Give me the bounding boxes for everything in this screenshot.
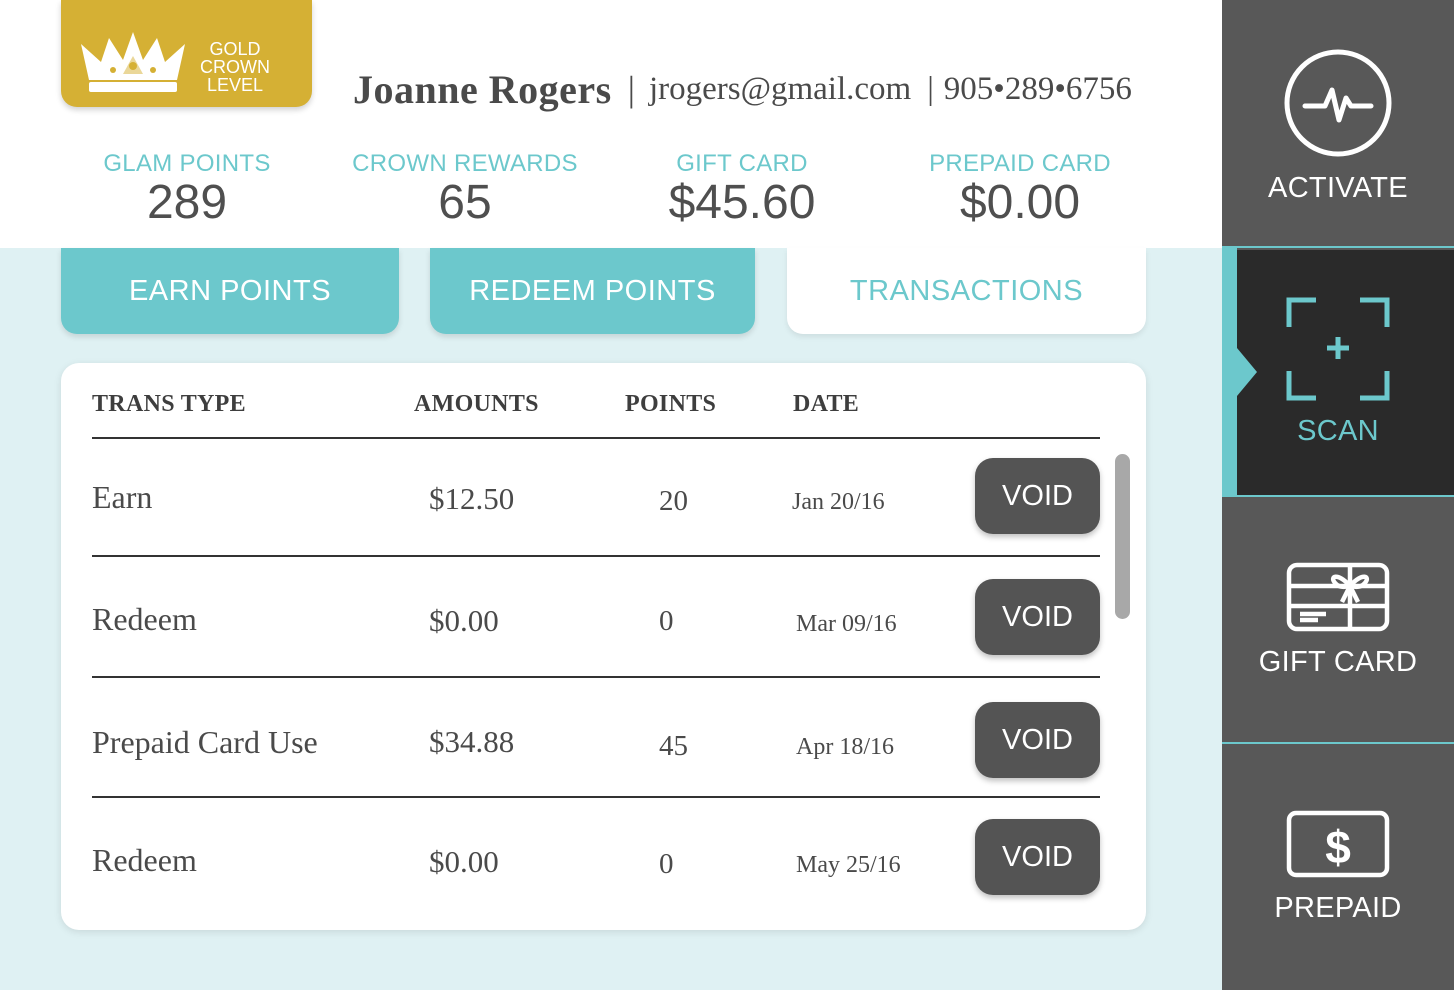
cell-points: 0 <box>659 848 674 880</box>
cell-date: Jan 20/16 <box>792 489 885 515</box>
sidebar-label-scan: SCAN <box>1297 415 1379 447</box>
void-button[interactable]: VOID <box>975 702 1100 778</box>
cell-points: 20 <box>659 485 688 517</box>
customer-email: jrogers@gmail.com <box>648 70 912 107</box>
header-trans-type: TRANS TYPE <box>92 391 246 417</box>
table-row: Redeem $0.00 0 Mar 09/16 VOID <box>61 557 1146 677</box>
cell-points: 45 <box>659 730 688 762</box>
sidebar-divider <box>1222 495 1454 497</box>
customer-name: Joanne Rogers <box>353 66 612 112</box>
tab-earn-points[interactable]: EARN POINTS <box>61 248 399 334</box>
stat-value: 65 <box>438 176 492 229</box>
cell-amount: $12.50 <box>429 481 515 516</box>
sidebar-label-activate: ACTIVATE <box>1268 172 1408 204</box>
crown-icon <box>81 32 185 92</box>
membership-badge: GOLD CROWN LEVEL <box>61 0 312 107</box>
customer-info: Joanne Rogers | jrogers@gmail.com | 905•… <box>353 64 1132 114</box>
customer-header: GOLD CROWN LEVEL Joanne Rogers | jrogers… <box>0 0 1222 248</box>
stat-label: GLAM POINTS <box>103 150 271 177</box>
header-amounts: AMOUNTS <box>414 391 539 417</box>
sidebar-label-prepaid: PREPAID <box>1274 892 1402 924</box>
sidebar: ACTIVATE SCAN GIFT CARD $ PREPAID <box>1222 0 1454 990</box>
stat-gift-card: GIFT CARD $45.60 <box>612 150 872 229</box>
cell-trans-type: Earn <box>92 479 153 515</box>
tab-redeem-points[interactable]: REDEEM POINTS <box>430 248 755 334</box>
stat-value: $45.60 <box>668 176 816 229</box>
table-row: Redeem $0.00 0 May 25/16 VOID <box>61 798 1146 918</box>
scan-icon <box>1286 297 1390 401</box>
table-row: Prepaid Card Use $34.88 45 Apr 18/16 VOI… <box>61 678 1146 798</box>
gift-card-icon <box>1286 562 1390 632</box>
sidebar-scan-content[interactable]: SCAN <box>1222 297 1454 448</box>
cell-trans-type: Redeem <box>92 601 197 637</box>
cell-amount: $0.00 <box>429 844 499 879</box>
pulse-icon <box>1284 49 1392 157</box>
stat-value: $0.00 <box>959 176 1081 229</box>
transactions-table: TRANS TYPE AMOUNTS POINTS DATE Earn $12.… <box>61 363 1146 930</box>
badge-line-1: GOLD <box>209 39 261 59</box>
stat-label: PREPAID CARD <box>929 150 1111 177</box>
phone-separator: | <box>927 70 934 107</box>
stat-glam-points: GLAM POINTS 289 <box>57 150 317 229</box>
void-button[interactable]: VOID <box>975 579 1100 655</box>
cell-trans-type: Redeem <box>92 842 197 878</box>
cell-date: May 25/16 <box>796 852 901 878</box>
table-scrollbar[interactable] <box>1115 454 1130 619</box>
stat-prepaid-card: PREPAID CARD $0.00 <box>890 150 1150 229</box>
cell-points: 0 <box>659 605 674 637</box>
cell-trans-type: Prepaid Card Use <box>92 724 318 760</box>
table-row: Earn $12.50 20 Jan 20/16 VOID <box>61 439 1146 559</box>
stat-label: CROWN REWARDS <box>352 150 578 177</box>
sidebar-item-gift-card[interactable]: GIFT CARD <box>1222 562 1454 679</box>
cell-date: Apr 18/16 <box>796 734 894 760</box>
customer-phone: 905•289•6756 <box>943 70 1132 107</box>
svg-text:$: $ <box>1325 821 1351 873</box>
stat-value: 289 <box>146 176 228 229</box>
cell-amount: $34.88 <box>429 724 515 759</box>
void-button[interactable]: VOID <box>975 819 1100 895</box>
sidebar-divider <box>1222 742 1454 744</box>
name-separator: | <box>627 69 635 109</box>
cell-amount: $0.00 <box>429 603 499 638</box>
sidebar-item-prepaid[interactable]: $ PREPAID <box>1222 810 1454 925</box>
sidebar-item-activate[interactable]: ACTIVATE <box>1222 48 1454 205</box>
tab-transactions[interactable]: TRANSACTIONS <box>787 248 1146 334</box>
badge-line-2: CROWN <box>200 57 270 77</box>
dollar-card-icon: $ <box>1286 810 1390 878</box>
badge-line-3: LEVEL <box>206 75 264 95</box>
sidebar-label-gift-card: GIFT CARD <box>1258 646 1418 678</box>
header-points: POINTS <box>625 391 717 417</box>
stat-label: GIFT CARD <box>676 150 808 177</box>
sidebar-divider <box>1222 246 1454 248</box>
header-date: DATE <box>793 391 860 417</box>
cell-date: Mar 09/16 <box>796 611 897 637</box>
stat-crown-rewards: CROWN REWARDS 65 <box>335 150 595 229</box>
void-button[interactable]: VOID <box>975 458 1100 534</box>
